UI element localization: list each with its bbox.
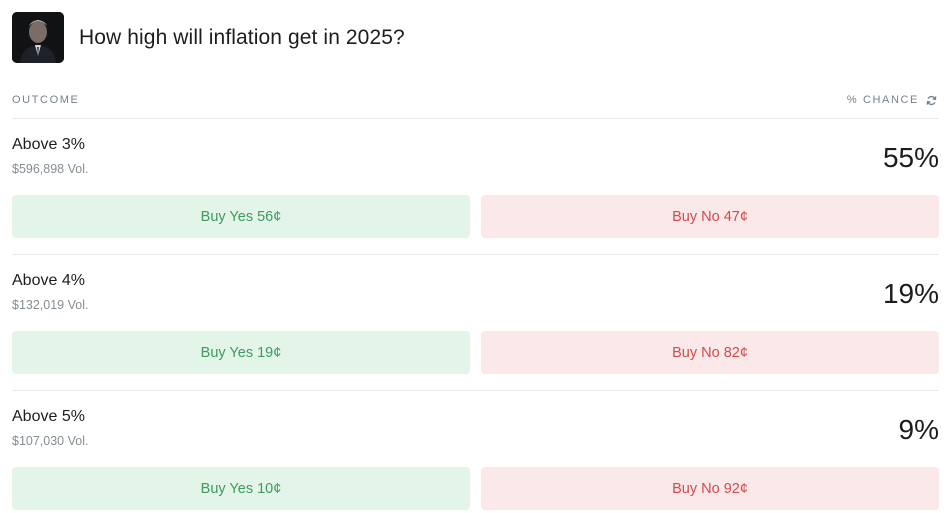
outcome-label: Above 4% [12,272,85,289]
outcome-chance: 55% [882,142,939,173]
buy-yes-button[interactable]: Buy Yes 19¢ [12,331,470,374]
row-divider [12,390,939,391]
outcome-volume: $107,030 Vol. [12,434,89,448]
outcome-chance: 19% [882,278,939,309]
market-page: How high will inflation get in 2025? OUT… [0,0,951,513]
outcome-label: Above 3% [12,136,85,153]
market-title: How high will inflation get in 2025? [79,25,405,49]
buy-no-button[interactable]: Buy No 92¢ [481,467,939,510]
outcome-row: Above 5% $107,030 Vol. 9% Buy Yes 10¢ Bu… [12,408,939,513]
outcome-column-header: OUTCOME [12,94,80,106]
refresh-icon[interactable] [926,95,937,106]
row-divider [12,254,939,255]
buy-yes-button[interactable]: Buy Yes 10¢ [12,467,470,510]
outcome-volume: $132,019 Vol. [12,298,89,312]
outcome-label: Above 5% [12,408,85,425]
chance-column-label: % CHANCE [846,94,919,106]
buy-no-button[interactable]: Buy No 47¢ [481,195,939,238]
outcome-chance: 9% [898,414,939,445]
outcome-row: Above 3% $596,898 Vol. 55% Buy Yes 56¢ B… [12,136,939,254]
market-header: How high will inflation get in 2025? [12,12,405,63]
outcome-volume: $596,898 Vol. [12,162,89,176]
outcome-row: Above 4% $132,019 Vol. 19% Buy Yes 19¢ B… [12,272,939,390]
buy-yes-button[interactable]: Buy Yes 56¢ [12,195,470,238]
chance-column-header: % CHANCE [847,94,937,106]
person-portrait-icon [12,12,64,63]
buy-no-button[interactable]: Buy No 82¢ [481,331,939,374]
header-divider [12,118,939,119]
